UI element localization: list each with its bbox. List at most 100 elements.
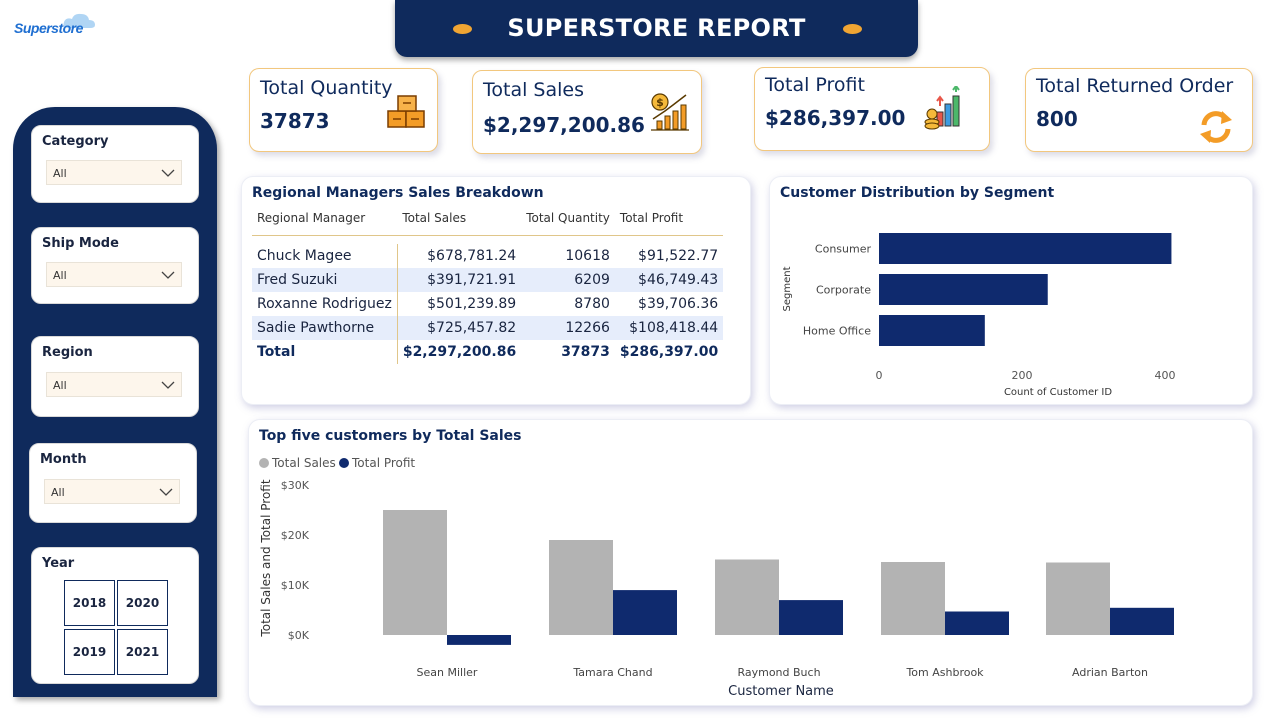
kpi-card-quantity: Total Quantity 37873: [249, 68, 438, 152]
boxes-icon: [387, 95, 425, 128]
table-cell: $286,397.00: [619, 343, 719, 360]
sales-growth-icon: $: [651, 93, 689, 131]
region-label: Region: [42, 345, 93, 360]
profit-bar: [613, 590, 677, 635]
kpi-profit-label: Total Profit: [765, 74, 865, 96]
segment-bar: [879, 315, 985, 346]
table-cell: 8780: [574, 295, 610, 312]
ship-mode-label: Ship Mode: [42, 236, 119, 251]
kpi-card-returned: Total Returned Order 800: [1025, 68, 1253, 152]
segment-category-label: Home Office: [803, 325, 871, 338]
legend-swatch: [259, 458, 269, 468]
year-option-2018[interactable]: 2018: [64, 580, 115, 626]
segment-x-axis-label: Count of Customer ID: [1004, 387, 1112, 398]
category-slicer: Category All: [31, 125, 199, 203]
kpi-quantity-label: Total Quantity: [260, 77, 393, 99]
month-value: All: [51, 486, 65, 499]
table-cell: Fred Suzuki: [252, 267, 398, 292]
segment-bar: [879, 233, 1172, 264]
page-title: SUPERSTORE REPORT: [507, 14, 806, 42]
region-value: All: [53, 379, 67, 392]
kpi-sales-value: $2,297,200.86: [483, 113, 645, 137]
kpi-returned-label: Total Returned Order: [1036, 75, 1234, 97]
column-header[interactable]: Regional Manager: [252, 207, 398, 236]
segment-x-tick-label: 200: [1012, 369, 1033, 382]
table-row: Sadie Pawthorne $725,457.82 12266 $108,4…: [252, 315, 724, 340]
return-arrows-icon: [1200, 111, 1232, 143]
year-option-2020[interactable]: 2020: [117, 580, 168, 626]
table-row: Roxanne Rodriguez $501,239.89 8780 $39,7…: [252, 291, 723, 316]
y-tick-label: $0K: [288, 629, 310, 642]
column-header[interactable]: Total Quantity: [521, 207, 615, 236]
chevron-down-icon: [159, 488, 173, 496]
x-tick-label: Tom Ashbrook: [905, 666, 984, 679]
legend-label: Total Profit: [351, 456, 415, 470]
segment-x-tick-label: 0: [876, 369, 883, 382]
sales-bar: [1046, 562, 1110, 635]
table-cell: $2,297,200.86: [402, 343, 517, 360]
banner-dot-right: [843, 24, 862, 34]
segment-bar-chart: Segment Count of Customer ID Consumer Cor…: [782, 233, 1176, 398]
ship-mode-slicer: Ship Mode All: [31, 227, 199, 304]
column-header[interactable]: Total Sales: [397, 207, 522, 236]
legend-swatch: [339, 458, 349, 468]
table-row: Chuck Magee $678,781.24 10618 $91,522.77: [252, 243, 723, 268]
regional-table-title: Regional Managers Sales Breakdown: [252, 185, 544, 201]
table-cell: $108,418.44: [614, 315, 724, 340]
table-cell: 10618: [565, 247, 610, 264]
table-cell: 37873: [561, 343, 610, 360]
table-cell: Total: [252, 339, 398, 364]
table-row: Fred Suzuki $391,721.91 6209 $46,749.43: [252, 267, 724, 292]
table-total-row: Total $2,297,200.86 37873 $286,397.00: [252, 339, 723, 364]
kpi-returned-value: 800: [1036, 107, 1078, 131]
x-tick-label: Sean Miller: [417, 666, 478, 679]
sales-bar: [383, 510, 447, 635]
top-customers-x-axis-label: Customer Name: [728, 684, 834, 699]
top-customers-y-axis-label: Total Sales and Total Profit: [259, 479, 273, 637]
table-cell: $391,721.91: [397, 267, 522, 292]
x-tick-label: Adrian Barton: [1072, 666, 1148, 679]
table-cell: $39,706.36: [638, 295, 719, 312]
ship-mode-value: All: [53, 269, 67, 282]
category-label: Category: [42, 134, 109, 149]
segment-chart-panel: Customer Distribution by Segment Segment…: [769, 176, 1253, 405]
table-cell: $725,457.82: [397, 315, 522, 340]
sales-bar: [881, 562, 945, 635]
year-slicer: Year 2018 2020 2019 2021: [31, 547, 199, 684]
y-tick-label: $20K: [281, 529, 310, 542]
table-cell: $46,749.43: [614, 267, 724, 292]
regional-managers-panel: Regional Managers Sales Breakdown Region…: [241, 176, 751, 405]
table-cell: Chuck Magee: [252, 243, 398, 268]
kpi-card-sales: Total Sales $2,297,200.86 $: [472, 70, 702, 154]
segment-category-label: Corporate: [816, 284, 871, 297]
kpi-card-profit: Total Profit $286,397.00: [754, 67, 990, 151]
y-tick-label: $10K: [281, 579, 310, 592]
month-label: Month: [40, 452, 87, 467]
kpi-quantity-value: 37873: [260, 109, 330, 133]
chevron-down-icon: [161, 381, 175, 389]
column-header[interactable]: Total Profit: [614, 207, 724, 236]
profit-bar: [1110, 607, 1174, 635]
category-dropdown[interactable]: All: [46, 160, 182, 185]
logo-text: Superstore: [14, 20, 83, 36]
table-cell: $501,239.89: [427, 295, 517, 312]
profit-bar: [945, 611, 1009, 635]
segment-y-axis-label: Segment: [782, 266, 793, 311]
region-dropdown[interactable]: All: [46, 372, 182, 397]
category-value: All: [53, 167, 67, 180]
profit-bar: [779, 600, 843, 635]
x-tick-label: Tamara Chand: [572, 666, 652, 679]
chevron-down-icon: [161, 169, 175, 177]
year-option-2019[interactable]: 2019: [64, 629, 115, 675]
profit-chart-icon: [924, 86, 960, 130]
segment-category-label: Consumer: [815, 243, 872, 256]
top-customers-panel: Top five customers by Total Sales Total …: [248, 419, 1253, 706]
table-cell: 6209: [521, 267, 615, 292]
legend-label: Total Sales: [271, 456, 336, 470]
ship-mode-dropdown[interactable]: All: [46, 262, 182, 287]
table-cell: $678,781.24: [427, 247, 517, 264]
month-dropdown[interactable]: All: [44, 479, 180, 504]
table-cell: $91,522.77: [638, 247, 719, 264]
year-option-2021[interactable]: 2021: [117, 629, 168, 675]
filter-sidebar: Category All Ship Mode All Region All Mo…: [13, 107, 217, 697]
